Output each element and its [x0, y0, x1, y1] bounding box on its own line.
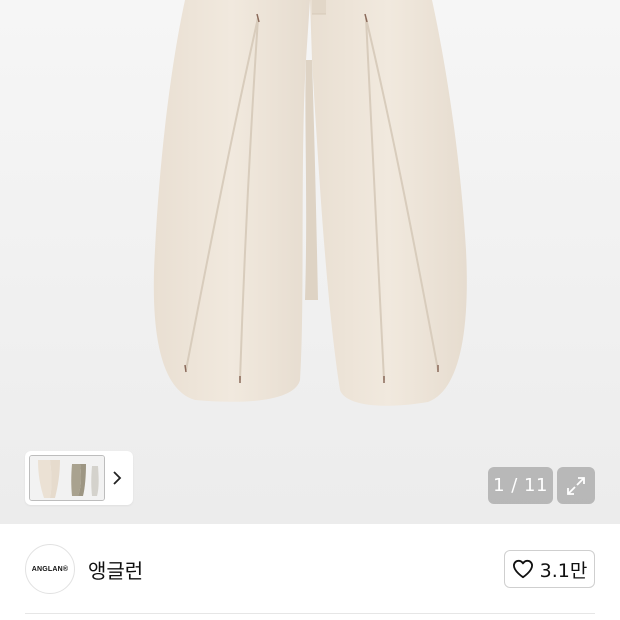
- section-divider: [25, 613, 595, 614]
- brand-row: ANGLAN® 앵글런 3.1만: [0, 524, 620, 614]
- thumbnail-preview-icon: [30, 456, 104, 500]
- brand-name[interactable]: 앵글런: [88, 555, 143, 584]
- image-counter: 1 / 11: [488, 467, 553, 504]
- expand-arrows-icon: [567, 476, 585, 495]
- product-image-gallery[interactable]: 1 / 11: [0, 0, 620, 524]
- brand-logo[interactable]: ANGLAN®: [25, 544, 75, 594]
- heart-outline-icon: [512, 559, 533, 579]
- brand-logo-text: ANGLAN®: [31, 565, 69, 573]
- chevron-right-icon: [113, 471, 122, 485]
- like-count: 3.1만: [539, 559, 588, 582]
- like-button[interactable]: 3.1만: [504, 550, 595, 588]
- expand-image-button[interactable]: [557, 467, 595, 504]
- thumbnail-next-button[interactable]: [105, 455, 129, 501]
- product-main-image[interactable]: [0, 0, 620, 524]
- thumbnail-active[interactable]: [29, 455, 105, 501]
- image-counter-text: 1 / 11: [493, 475, 548, 496]
- thumbnail-strip: [25, 451, 133, 505]
